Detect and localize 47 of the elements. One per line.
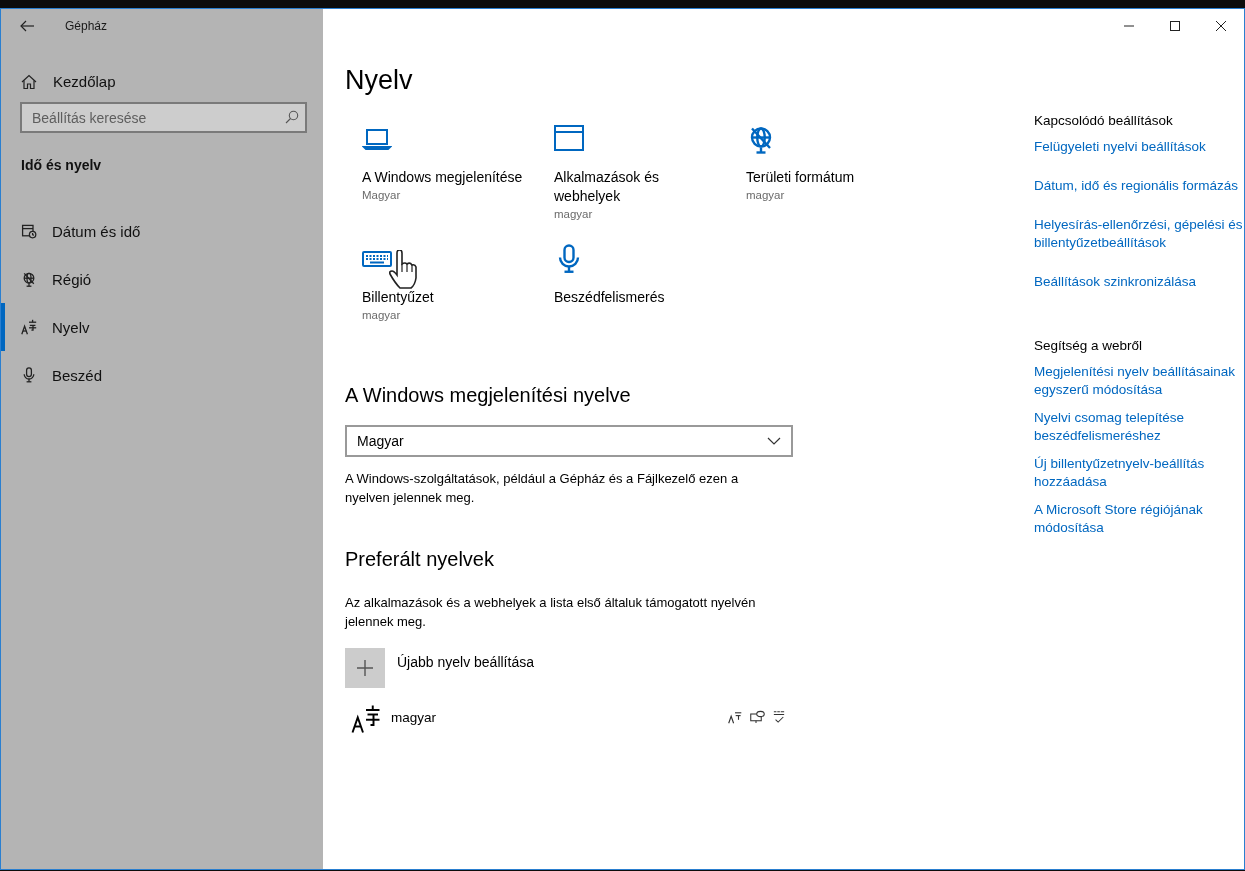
help-link[interactable]: Nyelvi csomag telepítése beszédfelismeréshez — [1034, 409, 1244, 445]
settings-link[interactable]: Beállítások szinkronizálása — [1034, 273, 1244, 291]
maximize-icon — [1170, 21, 1180, 31]
settings-tile[interactable]: Billentyűzet magyar — [362, 244, 554, 342]
section-heading: Idő és nyelv — [21, 157, 103, 173]
language-icon — [21, 319, 37, 335]
page-title: Nyelv — [345, 65, 414, 96]
sidebar-item[interactable]: Nyelv — [1, 303, 323, 351]
language-icon — [351, 704, 381, 734]
close-icon — [1216, 21, 1226, 31]
settings-link[interactable]: Dátum, idő és regionális formázás — [1034, 177, 1244, 195]
help-link[interactable]: Megjelenítési nyelv beállításainak egyszerű módosítása — [1034, 363, 1244, 399]
window-title: Gépház — [65, 19, 108, 33]
help-link[interactable]: Új billentyűzetnyelv-beállítás hozzáadása — [1034, 455, 1244, 491]
home-nav-item[interactable]: Kezdőlap — [21, 67, 116, 96]
window-icon — [554, 124, 584, 154]
hand-cursor-icon — [388, 250, 420, 290]
back-arrow-icon — [20, 20, 34, 32]
section-heading: Preferált nyelvek — [345, 548, 495, 571]
settings-link[interactable]: Felügyeleti nyelvi beállítások — [1034, 138, 1244, 156]
language-name: magyar — [391, 710, 437, 725]
speech-display-icon — [750, 710, 765, 724]
settings-tile[interactable]: Területi formátum magyar — [746, 124, 938, 222]
section-heading: Segítség a webről — [1034, 338, 1144, 353]
help-link[interactable]: A Microsoft Store régiójának módosítása — [1034, 501, 1244, 537]
section-heading: A Windows megjelenítési nyelve — [345, 384, 632, 407]
microphone-icon — [21, 367, 37, 383]
plus-icon — [357, 660, 373, 676]
sidebar-item[interactable]: Régió — [1, 255, 323, 303]
sidebar-item[interactable]: Beszéd — [1, 351, 323, 399]
language-dropdown[interactable]: Magyar — [345, 425, 793, 457]
home-icon — [21, 73, 37, 90]
spelling-check-icon — [773, 710, 785, 724]
description-text: A Windows-szolgáltatások, például a Gépház és a Fájlkezelő ezen a nyelven jelennek meg. — [345, 470, 740, 507]
description-text: Az alkalmazások és a webhelyek a lista első általuk támogatott nyelvén jelennek meg. — [345, 594, 757, 631]
sidebar-item[interactable]: Dátum és idő — [1, 207, 323, 255]
settings-tile[interactable]: Alkalmazások és webhelyek magyar — [554, 124, 746, 222]
search-field[interactable]: Beállítás keresése — [20, 102, 307, 133]
language-pack-icon — [728, 710, 742, 724]
search-icon — [285, 110, 299, 124]
section-heading: Kapcsolódó beállítások — [1034, 113, 1174, 128]
settings-link[interactable]: Helyesírás-ellenőrzési, gépelési és billentyűzetbeállítások — [1034, 216, 1244, 252]
calendar-clock-icon — [21, 223, 37, 239]
settings-tile[interactable]: Beszédfelismerés — [554, 244, 746, 342]
add-language-button[interactable]: Újabb nyelv beállítása — [345, 648, 534, 688]
chevron-down-icon — [767, 437, 781, 445]
globe-icon — [21, 271, 37, 287]
